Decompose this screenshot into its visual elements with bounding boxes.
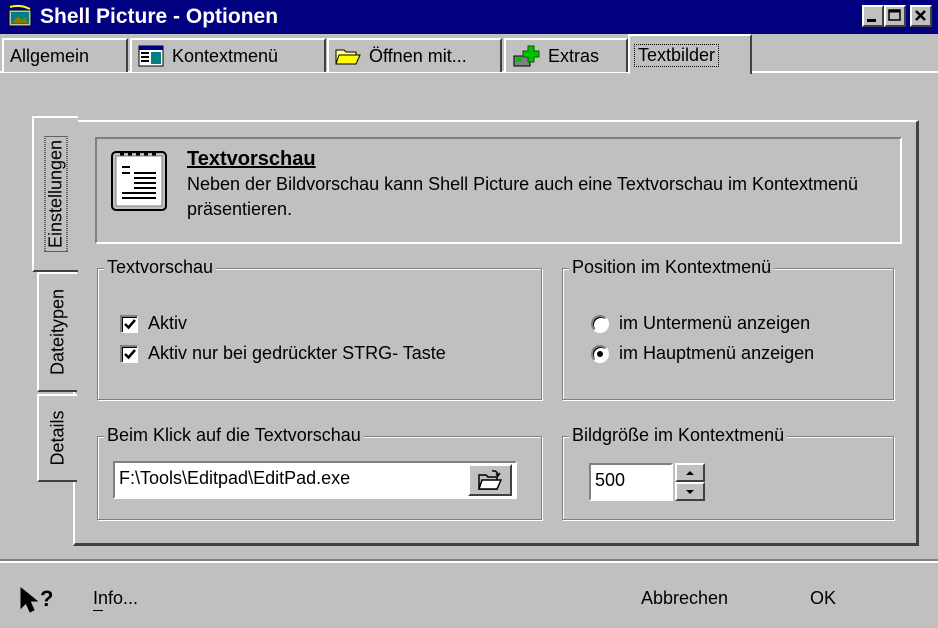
checkmark-icon (123, 349, 136, 360)
radio-label: im Hauptmenü anzeigen (619, 343, 815, 363)
checkbox-aktiv[interactable]: Aktiv (120, 313, 187, 334)
radio-selected-dot (597, 350, 603, 357)
checkbox-label: Aktiv (148, 313, 188, 333)
tab-label: Öffnen mit... (369, 45, 467, 66)
minimize-button[interactable] (862, 5, 884, 27)
side-tab-einstellungen[interactable]: Einstellungen (32, 116, 78, 272)
info-description: Neben der Bildvorschau kann Shell Pictur… (187, 174, 859, 219)
whats-this-help-icon[interactable]: ? (18, 586, 60, 619)
side-tab-details[interactable]: Details (37, 394, 77, 482)
tab-label: Allgemein (10, 45, 90, 66)
textvorschau-group: Textvorschau Aktiv Aktiv nur bei gedrück… (97, 257, 542, 400)
tab-allgemein[interactable]: Allgemein (2, 38, 128, 72)
title-bar: Shell Picture - Optionen (0, 0, 938, 34)
footer-divider-highlight (0, 561, 938, 563)
spin-up-button[interactable] (675, 463, 705, 482)
folder-open-icon (335, 49, 361, 65)
arrow-up-icon (686, 470, 694, 475)
info-button-label: Info... (93, 588, 139, 608)
context-menu-icon (138, 45, 164, 67)
text-document-icon (110, 150, 168, 217)
side-tab-label: Details (47, 410, 68, 466)
editor-path-field[interactable]: F:\Tools\Editpad\EditPad.exe (113, 461, 517, 499)
extras-icon (513, 45, 540, 67)
checkbox-box[interactable] (120, 344, 138, 363)
svg-text:?: ? (40, 586, 53, 611)
tab-extras[interactable]: Extras (504, 38, 628, 72)
side-tab-dateitypen[interactable]: Dateitypen (37, 272, 77, 392)
group-legend: Beim Klick auf die Textvorschau (104, 425, 364, 446)
image-size-group: Bildgröße im Kontextmenü 500 (562, 425, 894, 520)
radio-button[interactable] (591, 344, 609, 363)
maximize-button[interactable] (884, 5, 906, 27)
checkbox-box[interactable] (120, 314, 138, 333)
radio-label: im Untermenü anzeigen (619, 313, 811, 333)
tab-label: Extras (548, 45, 600, 66)
close-icon (915, 10, 926, 21)
shell-picture-app-icon[interactable] (8, 4, 34, 30)
group-legend: Textvorschau (104, 257, 217, 278)
tab-label: Kontextmenü (172, 45, 279, 66)
info-title: Textvorschau (187, 148, 316, 170)
cancel-button-label: Abbrechen (641, 588, 729, 608)
click-action-group: Beim Klick auf die Textvorschau F:\Tools… (97, 425, 542, 520)
group-legend: Position im Kontextmenü (569, 257, 775, 278)
group-legend: Bildgröße im Kontextmenü (569, 425, 788, 446)
spin-down-button[interactable] (675, 482, 705, 501)
maximize-icon (888, 9, 901, 21)
image-size-value: 500 (595, 470, 626, 490)
radio-button[interactable] (591, 314, 609, 333)
position-group: Position im Kontextmenü im Untermenü anz… (562, 257, 894, 400)
image-size-input[interactable]: 500 (589, 463, 673, 501)
tab-textbilder[interactable]: Textbilder (628, 34, 752, 74)
radio-hauptmenue[interactable]: im Hauptmenü anzeigen (591, 343, 814, 364)
info-accelerator-underline (93, 610, 103, 611)
side-tab-label: Dateitypen (47, 288, 68, 376)
checkbox-aktiv-strg[interactable]: Aktiv nur bei gedrückter STRG- Taste (120, 343, 446, 364)
close-button[interactable] (910, 5, 932, 27)
browse-button[interactable] (468, 464, 512, 496)
tab-label: Textbilder (634, 43, 720, 67)
ok-button[interactable]: OK (810, 588, 836, 609)
checkmark-icon (123, 319, 136, 330)
arrow-down-icon (686, 489, 694, 494)
checkbox-label: Aktiv nur bei gedrückter STRG- Taste (148, 343, 446, 363)
side-tab-label: Einstellungen (44, 135, 68, 253)
browse-folder-icon (477, 470, 503, 490)
radio-untermenue[interactable]: im Untermenü anzeigen (591, 313, 810, 334)
tab-kontextmenue[interactable]: Kontextmenü (130, 38, 326, 72)
cancel-button[interactable]: Abbrechen (641, 588, 728, 609)
info-button[interactable]: Info... (93, 588, 138, 609)
minimize-icon (867, 19, 876, 22)
tab-oeffnen-mit[interactable]: Öffnen mit... (327, 38, 502, 72)
ok-button-label: OK (810, 588, 837, 608)
window-title: Shell Picture - Optionen (40, 5, 279, 28)
editor-path-value: F:\Tools\Editpad\EditPad.exe (119, 468, 351, 488)
